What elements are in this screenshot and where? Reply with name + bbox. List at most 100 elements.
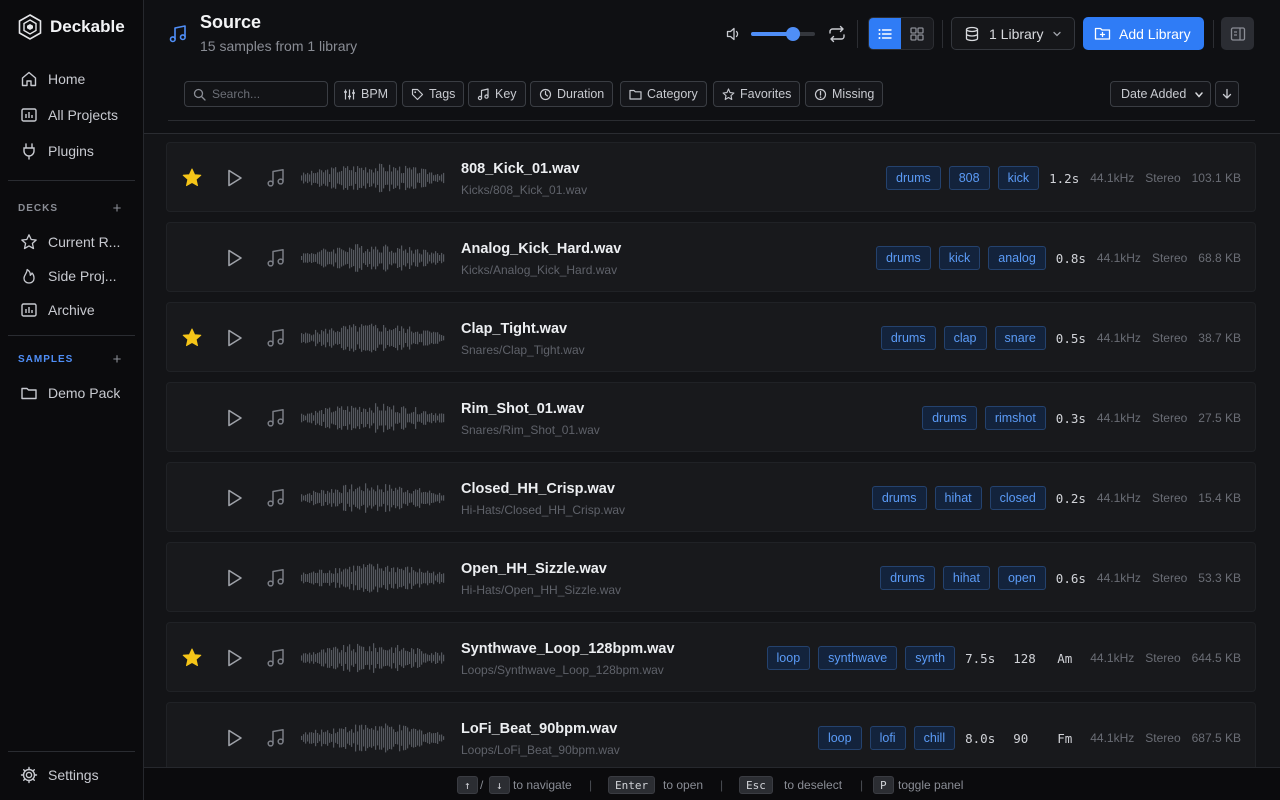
tag-chip[interactable]: hihat xyxy=(934,486,982,510)
play-icon[interactable] xyxy=(223,247,245,269)
favorite-toggle[interactable] xyxy=(181,247,203,269)
tag-chip[interactable]: drums xyxy=(886,166,941,190)
volume-thumb[interactable] xyxy=(786,27,801,41)
volume-slider[interactable] xyxy=(751,27,815,41)
music-note-icon[interactable] xyxy=(265,567,287,589)
favorite-toggle[interactable] xyxy=(181,567,203,589)
waveform[interactable] xyxy=(301,481,447,515)
tag-chip[interactable]: synth xyxy=(905,646,956,670)
star-filled-icon[interactable] xyxy=(181,647,203,669)
play-icon[interactable] xyxy=(223,727,245,749)
play-icon[interactable] xyxy=(223,327,245,349)
tags-filter-button[interactable]: Tags xyxy=(402,81,465,107)
nav-home[interactable]: Home xyxy=(8,64,136,94)
search-input[interactable] xyxy=(212,87,322,101)
nav-all-projects[interactable]: All Projects xyxy=(8,100,136,130)
nav-settings[interactable]: Settings xyxy=(8,760,136,790)
tag-chip[interactable]: drums xyxy=(880,326,936,350)
sort-select-label: Date Added xyxy=(1121,87,1187,101)
library-select[interactable]: 1 Library xyxy=(951,17,1075,50)
waveform[interactable] xyxy=(301,321,447,355)
favorite-toggle[interactable] xyxy=(181,487,203,509)
sample-meta: drums 808 kick 1.2s 44.1kHz Stereo 103.1 KB xyxy=(886,143,1241,213)
add-library-button[interactable]: Add Library xyxy=(1083,17,1204,50)
waveform[interactable] xyxy=(301,641,447,675)
star-filled-icon[interactable] xyxy=(181,167,203,189)
sample-meta: drums clap snare 0.5s 44.1kHz Stereo 38.7 KB xyxy=(880,303,1241,373)
brand[interactable]: Deckable xyxy=(18,14,125,40)
toggle-panel-button[interactable] xyxy=(1221,17,1254,50)
play-icon[interactable] xyxy=(223,567,245,589)
bpm-filter-button[interactable]: BPM xyxy=(334,81,398,107)
sort-select[interactable]: Date Added xyxy=(1110,81,1211,107)
music-note-icon[interactable] xyxy=(265,727,287,749)
favorite-toggle[interactable] xyxy=(181,727,203,749)
waveform[interactable] xyxy=(301,401,447,435)
sample-row[interactable]: 808_Kick_01.wav Kicks/808_Kick_01.wav drum… xyxy=(166,142,1256,212)
sample-duration: 0.2s xyxy=(1055,490,1086,506)
music-note-icon[interactable] xyxy=(265,407,287,429)
tag-chip[interactable]: drums xyxy=(871,486,927,510)
deck-item-current[interactable]: Current R... xyxy=(8,227,136,257)
duration-filter-button[interactable]: Duration xyxy=(530,81,614,107)
waveform[interactable] xyxy=(301,561,447,595)
music-note-icon[interactable] xyxy=(265,647,287,669)
deck-item-side[interactable]: Side Proj... xyxy=(8,261,136,291)
waveform[interactable] xyxy=(301,161,447,195)
star-filled-icon[interactable] xyxy=(181,327,203,349)
tag-chip[interactable]: kick xyxy=(997,166,1040,190)
sample-row[interactable]: Open_HH_Sizzle.wav Hi-Hats/Open_HH_Sizzle… xyxy=(166,542,1256,612)
add-sample-source-button[interactable]: + xyxy=(110,352,124,367)
play-icon[interactable] xyxy=(223,647,245,669)
music-note-icon[interactable] xyxy=(265,247,287,269)
sample-item-demo-pack[interactable]: Demo Pack xyxy=(8,378,136,408)
tag-chip[interactable]: drums xyxy=(875,246,931,270)
sample-row[interactable]: Clap_Tight.wav Snares/Clap_Tight.wav drums… xyxy=(166,302,1256,372)
tag-chip[interactable]: loop xyxy=(766,646,811,670)
sample-channels: Stereo xyxy=(1145,651,1181,665)
tag-chip[interactable]: drums xyxy=(922,406,977,430)
favorites-filter-button[interactable]: Favorites xyxy=(713,81,801,107)
tag-chip[interactable]: snare xyxy=(994,326,1046,350)
waveform[interactable] xyxy=(301,241,447,275)
tag-chip[interactable]: closed xyxy=(989,486,1046,510)
tag-chip[interactable]: rimshot xyxy=(984,406,1046,430)
volume-icon[interactable] xyxy=(725,25,743,43)
tag-chip[interactable]: drums xyxy=(880,566,935,590)
tag-chip[interactable]: analog xyxy=(988,246,1046,270)
tag-chip[interactable]: kick xyxy=(938,246,981,270)
key-filter-button[interactable]: Key xyxy=(468,81,526,107)
play-icon[interactable] xyxy=(223,167,245,189)
repeat-icon[interactable] xyxy=(827,24,847,44)
sample-path: Loops/Synthwave_Loop_128bpm.wav xyxy=(461,663,664,677)
play-icon[interactable] xyxy=(223,487,245,509)
tag-chip[interactable]: open xyxy=(997,566,1046,590)
list-view-button[interactable] xyxy=(869,18,901,49)
tag-chip[interactable]: 808 xyxy=(948,166,990,190)
favorite-toggle[interactable] xyxy=(181,407,203,429)
sort-direction-button[interactable] xyxy=(1215,81,1239,107)
tag-chip[interactable]: chill xyxy=(913,726,956,750)
add-deck-button[interactable]: + xyxy=(110,201,124,216)
music-note-icon[interactable] xyxy=(265,327,287,349)
music-note-icon[interactable] xyxy=(265,487,287,509)
sample-row[interactable]: Analog_Kick_Hard.wav Kicks/Analog_Kick_Ha… xyxy=(166,222,1256,292)
tag-chip[interactable]: clap xyxy=(943,326,987,350)
nav-plugins[interactable]: Plugins xyxy=(8,136,136,166)
sample-row[interactable]: Synthwave_Loop_128bpm.wav Loops/Synthwave… xyxy=(166,622,1256,692)
sample-row[interactable]: Rim_Shot_01.wav Snares/Rim_Shot_01.wav dru… xyxy=(166,382,1256,452)
page-title: Source xyxy=(200,12,262,32)
music-note-icon[interactable] xyxy=(265,167,287,189)
tag-chip[interactable]: loop xyxy=(817,726,862,750)
waveform[interactable] xyxy=(301,721,447,755)
grid-view-button[interactable] xyxy=(901,18,933,49)
play-icon[interactable] xyxy=(223,407,245,429)
deck-item-archive[interactable]: Archive xyxy=(8,295,136,325)
missing-filter-button[interactable]: Missing xyxy=(805,81,884,107)
category-filter-button[interactable]: Category xyxy=(620,81,707,107)
sample-row[interactable]: Closed_HH_Crisp.wav Hi-Hats/Closed_HH_Cri… xyxy=(166,462,1256,532)
tag-chip[interactable]: lofi xyxy=(869,726,906,750)
sample-row[interactable]: LoFi_Beat_90bpm.wav Loops/LoFi_Beat_90bpm… xyxy=(166,702,1256,767)
tag-chip[interactable]: synthwave xyxy=(818,646,898,670)
tag-chip[interactable]: hihat xyxy=(942,566,990,590)
